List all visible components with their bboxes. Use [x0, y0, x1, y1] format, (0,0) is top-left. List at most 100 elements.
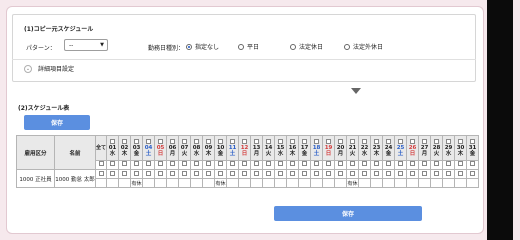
day-select-checkbox[interactable]: [146, 161, 152, 167]
day-value-cell[interactable]: [322, 178, 336, 188]
select-all-checkbox-cell[interactable]: [94, 159, 108, 171]
day-cell-checkbox[interactable]: [190, 169, 204, 179]
day-cell-checkbox-input[interactable]: [326, 170, 332, 176]
day-checkbox[interactable]: [146, 139, 152, 145]
day-select-cell[interactable]: [466, 159, 480, 171]
day-checkbox[interactable]: [206, 139, 212, 145]
day-select-checkbox[interactable]: [206, 161, 212, 167]
day-checkbox[interactable]: [242, 139, 248, 145]
day-select-cell[interactable]: [298, 159, 312, 171]
day-cell-checkbox-input[interactable]: [254, 170, 260, 176]
day-cell-checkbox[interactable]: [454, 169, 468, 179]
day-cell-checkbox-input[interactable]: [398, 170, 404, 176]
day-checkbox[interactable]: [470, 139, 476, 145]
day-value-cell[interactable]: [334, 178, 348, 188]
select-all-checkbox[interactable]: [98, 161, 104, 167]
day-cell-checkbox-input[interactable]: [194, 170, 200, 176]
day-select-cell[interactable]: [154, 159, 168, 171]
day-cell-checkbox[interactable]: [202, 169, 216, 179]
day-checkbox[interactable]: [278, 139, 284, 145]
day-select-checkbox[interactable]: [314, 161, 320, 167]
day-cell-checkbox-input[interactable]: [290, 170, 296, 176]
day-cell-checkbox[interactable]: [130, 169, 144, 179]
day-checkbox[interactable]: [218, 139, 224, 145]
day-checkbox[interactable]: [302, 139, 308, 145]
day-cell-checkbox[interactable]: [154, 169, 168, 179]
day-select-checkbox[interactable]: [170, 161, 176, 167]
day-cell-checkbox[interactable]: [334, 169, 348, 179]
day-select-cell[interactable]: [226, 159, 240, 171]
day-value-cell[interactable]: [298, 178, 312, 188]
day-cell-checkbox-input[interactable]: [434, 170, 440, 176]
day-cell-checkbox-input[interactable]: [266, 170, 272, 176]
day-value-cell[interactable]: [286, 178, 300, 188]
day-select-cell[interactable]: [238, 159, 252, 171]
day-cell-checkbox[interactable]: [346, 169, 360, 179]
day-select-checkbox[interactable]: [434, 161, 440, 167]
day-cell-checkbox[interactable]: [466, 169, 480, 179]
day-cell-checkbox-input[interactable]: [122, 170, 128, 176]
day-checkbox[interactable]: [422, 139, 428, 145]
day-checkbox[interactable]: [386, 139, 392, 145]
day-value-cell[interactable]: [262, 178, 276, 188]
day-checkbox[interactable]: [194, 139, 200, 145]
radio-unspecified[interactable]: 指定なし: [186, 42, 219, 51]
day-cell-checkbox[interactable]: [262, 169, 276, 179]
day-cell-checkbox[interactable]: [238, 169, 252, 179]
day-cell-checkbox[interactable]: [418, 169, 432, 179]
day-select-checkbox[interactable]: [290, 161, 296, 167]
day-select-checkbox[interactable]: [134, 161, 140, 167]
day-checkbox[interactable]: [134, 139, 140, 145]
day-cell-checkbox[interactable]: [382, 169, 396, 179]
day-value-cell[interactable]: [106, 178, 120, 188]
save-button-bottom[interactable]: 保存: [274, 206, 422, 221]
day-cell-checkbox-input[interactable]: [470, 170, 476, 176]
day-select-cell[interactable]: [334, 159, 348, 171]
day-select-checkbox[interactable]: [302, 161, 308, 167]
day-cell-checkbox-input[interactable]: [182, 170, 188, 176]
day-cell-checkbox[interactable]: [274, 169, 288, 179]
day-checkbox[interactable]: [290, 139, 296, 145]
radio-legal-holiday[interactable]: 法定休日: [290, 42, 323, 51]
day-cell-checkbox[interactable]: [106, 169, 120, 179]
day-cell-checkbox-input[interactable]: [350, 170, 356, 176]
day-value-cell[interactable]: [310, 178, 324, 188]
day-cell-checkbox[interactable]: [166, 169, 180, 179]
detail-settings-toggle[interactable]: ⌄ 詳細項目設定: [24, 64, 74, 73]
day-select-cell[interactable]: [394, 159, 408, 171]
day-checkbox[interactable]: [182, 139, 188, 145]
day-cell-checkbox-input[interactable]: [410, 170, 416, 176]
day-value-cell[interactable]: [154, 178, 168, 188]
day-select-cell[interactable]: [454, 159, 468, 171]
day-checkbox[interactable]: [230, 139, 236, 145]
day-cell-checkbox[interactable]: [370, 169, 384, 179]
day-checkbox[interactable]: [458, 139, 464, 145]
day-cell-checkbox-input[interactable]: [446, 170, 452, 176]
day-cell-checkbox-input[interactable]: [242, 170, 248, 176]
day-select-checkbox[interactable]: [338, 161, 344, 167]
day-cell-checkbox-input[interactable]: [338, 170, 344, 176]
day-value-cell[interactable]: [202, 178, 216, 188]
day-checkbox[interactable]: [398, 139, 404, 145]
day-checkbox[interactable]: [266, 139, 272, 145]
day-value-cell[interactable]: [418, 178, 432, 188]
day-cell-checkbox-input[interactable]: [422, 170, 428, 176]
day-value-cell[interactable]: [142, 178, 156, 188]
day-select-cell[interactable]: [166, 159, 180, 171]
day-value-cell[interactable]: [394, 178, 408, 188]
day-cell-checkbox[interactable]: [430, 169, 444, 179]
day-cell-checkbox-input[interactable]: [230, 170, 236, 176]
day-cell-checkbox[interactable]: [142, 169, 156, 179]
day-cell-checkbox[interactable]: [322, 169, 336, 179]
day-cell-checkbox-input[interactable]: [158, 170, 164, 176]
day-checkbox[interactable]: [254, 139, 260, 145]
day-select-cell[interactable]: [178, 159, 192, 171]
day-cell-checkbox[interactable]: [298, 169, 312, 179]
day-checkbox[interactable]: [350, 139, 356, 145]
day-select-cell[interactable]: [310, 159, 324, 171]
day-cell-checkbox-input[interactable]: [134, 170, 140, 176]
day-value-cell[interactable]: [238, 178, 252, 188]
day-select-checkbox[interactable]: [374, 161, 380, 167]
day-value-cell[interactable]: [406, 178, 420, 188]
day-select-cell[interactable]: [130, 159, 144, 171]
